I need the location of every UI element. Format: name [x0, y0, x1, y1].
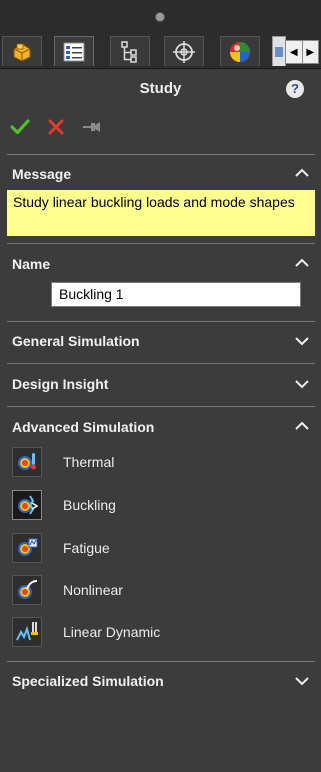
pushpin-icon: [83, 122, 100, 132]
design-insight-header[interactable]: Design Insight: [12, 376, 108, 392]
thermal-study-icon: [12, 447, 42, 477]
action-buttons: [8, 116, 104, 138]
help-icon[interactable]: ?: [286, 80, 304, 98]
overflow-tab[interactable]: [272, 36, 286, 66]
study-option-thermal[interactable]: Thermal: [12, 447, 302, 477]
fatigue-study-icon: [12, 533, 42, 563]
study-option-buckling[interactable]: Buckling: [12, 490, 302, 520]
linear-dynamic-study-icon: [12, 617, 42, 647]
study-option-linear-dynamic[interactable]: Linear Dynamic: [12, 617, 302, 647]
message-section-header[interactable]: Message: [12, 166, 71, 182]
section-divider: [7, 406, 315, 407]
study-option-label: Nonlinear: [63, 582, 123, 598]
cancel-button[interactable]: [44, 116, 68, 138]
feature-manager-tab[interactable]: [2, 36, 42, 66]
chevron-up-icon[interactable]: [295, 421, 309, 431]
advanced-simulation-header[interactable]: Advanced Simulation: [12, 419, 154, 435]
display-manager-tab[interactable]: [220, 36, 260, 66]
study-option-fatigue[interactable]: Fatigue: [12, 533, 302, 563]
partial-tab-icon: [275, 46, 283, 57]
chevron-up-icon[interactable]: [295, 168, 309, 178]
study-option-label: Thermal: [63, 454, 115, 470]
chevron-down-icon[interactable]: [295, 676, 309, 686]
chevron-up-icon[interactable]: [295, 258, 309, 268]
display-manager-icon: [230, 41, 250, 62]
study-option-label: Buckling: [63, 497, 116, 513]
section-divider: [7, 363, 315, 364]
tab-scroll-right-button[interactable]: ▶: [303, 41, 319, 63]
study-option-label: Fatigue: [63, 540, 110, 556]
study-name-input[interactable]: Buckling 1: [51, 282, 301, 307]
study-option-nonlinear[interactable]: Nonlinear: [12, 575, 302, 605]
ok-button[interactable]: [8, 116, 32, 138]
tab-scroll-arrows: ◀ ▶: [285, 40, 319, 64]
pushpin-button[interactable]: [80, 116, 104, 138]
manager-tab-bar: ◀ ▶: [0, 34, 321, 69]
panel-title: Study: [139, 80, 182, 97]
property-manager-icon: [63, 42, 85, 61]
ok-check-icon: [10, 119, 30, 135]
part-feature-icon: [13, 42, 31, 62]
section-divider: [7, 661, 315, 662]
property-manager-tab[interactable]: [54, 36, 94, 66]
buckling-study-icon: [12, 490, 42, 520]
specialized-simulation-header[interactable]: Specialized Simulation: [12, 673, 164, 689]
dimxpert-icon: [173, 40, 195, 63]
configuration-manager-tab[interactable]: [110, 36, 150, 66]
chevron-down-icon[interactable]: [295, 336, 309, 346]
section-divider: [7, 243, 315, 244]
message-box: Study linear buckling loads and mode sha…: [7, 190, 315, 236]
general-simulation-header[interactable]: General Simulation: [12, 333, 140, 349]
name-section-header[interactable]: Name: [12, 256, 50, 272]
cancel-x-icon: [48, 119, 64, 135]
configuration-manager-icon: [121, 40, 137, 63]
study-option-label: Linear Dynamic: [63, 624, 161, 640]
section-divider: [7, 154, 315, 155]
panel-drag-strip[interactable]: [0, 0, 321, 34]
dimxpert-manager-tab[interactable]: [164, 36, 204, 66]
chevron-down-icon[interactable]: [295, 379, 309, 389]
grip-handle-icon[interactable]: [155, 12, 165, 22]
tab-scroll-left-button[interactable]: ◀: [286, 41, 303, 63]
nonlinear-study-icon: [12, 575, 42, 605]
section-divider: [7, 321, 315, 322]
